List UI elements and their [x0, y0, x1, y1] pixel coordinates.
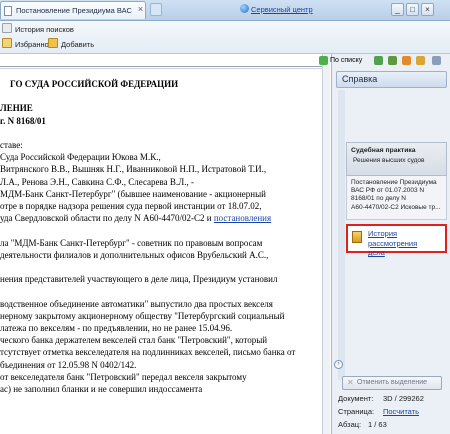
- favorites-button[interactable]: Избранное: [2, 38, 53, 50]
- doc-line: [0, 90, 322, 102]
- window-controls: _ □ ×: [389, 3, 450, 17]
- panel-sidebar: [338, 90, 345, 380]
- doc-line: тсутствует отметка векселедателя на подл…: [0, 347, 296, 358]
- history-icon: [2, 23, 12, 33]
- globe-icon: [240, 4, 249, 13]
- document-counter: Документ: 3D / 299262: [338, 394, 424, 403]
- paragraph-counter: Абзац: 1 / 63: [338, 420, 387, 429]
- tab-title: Постановление Президиума ВАС РФ ...: [16, 6, 132, 15]
- print-icon[interactable]: [402, 56, 411, 65]
- doc-line: Витрянского В.В., Вышняк Н.Г., Иванников…: [0, 164, 267, 175]
- card-type: Судебная практика: [351, 147, 416, 154]
- doc-line: ла "МДМ-Банк Санкт-Петербург" - советник…: [0, 237, 263, 248]
- case-history-link[interactable]: История рассмотрения дела: [346, 224, 447, 257]
- card-description: Постановление Президиума ВАС РФ от 01.07…: [346, 176, 447, 220]
- star-icon: [2, 38, 12, 48]
- info-panel: По списку Справка Судебная практика Реше…: [319, 54, 450, 434]
- bookmark-icon[interactable]: [416, 56, 425, 65]
- doc-line: Суда Российской Федерации Юкова М.К.,: [0, 152, 161, 163]
- doc-line: ас) не заполнил бланки и не совершил инд…: [0, 384, 203, 395]
- doc-line: от векселедателя банк "Петровский" перед…: [0, 371, 247, 382]
- panel-toolbar: По списку: [319, 54, 450, 68]
- header-rule: [0, 66, 322, 67]
- doc-line: ставе:: [0, 140, 23, 151]
- doc-line: латежа по векселям - по предъявлении, но…: [0, 323, 233, 334]
- add-favorite-button[interactable]: Добавить: [48, 38, 94, 50]
- maximize-button[interactable]: □: [406, 3, 419, 16]
- doc-line: отре в порядке надзора решения суда перв…: [0, 201, 262, 212]
- practice-card[interactable]: Судебная практика Решения высших судов: [346, 142, 447, 176]
- arrow-up-icon[interactable]: [374, 56, 383, 65]
- doc-line: г. N 8168/01: [0, 115, 46, 126]
- search-history-button[interactable]: История поисков: [2, 23, 74, 35]
- toolbar: История поисков Избранное Добавить: [0, 21, 450, 54]
- doc-line: нерному закрытому акционерному обществу …: [0, 310, 285, 321]
- document-text: ГО СУДА РОССИЙСКОЙ ФЕДЕРАЦИИ ЛЕНИЕ г. N …: [0, 78, 322, 395]
- doc-line: бъединения от 12.05.98 N 0402/142.: [0, 359, 137, 370]
- close-tab-icon[interactable]: ×: [136, 5, 145, 14]
- new-tab-button[interactable]: [150, 3, 162, 16]
- doc-line: водственное объединение автоматики" выпу…: [0, 298, 273, 309]
- service-center-link[interactable]: Сервисный центр: [251, 5, 313, 14]
- count-pages-link[interactable]: Посчитать: [383, 407, 419, 416]
- doc-line: Л.А., Ренова Э.Н., Савкина С.Ф., Слесаре…: [0, 176, 195, 187]
- postanovleniya-link[interactable]: постановления: [214, 213, 271, 223]
- settings-icon[interactable]: [432, 56, 441, 65]
- doc-line: ческого банка держателем векселей стал б…: [0, 335, 268, 346]
- document-scrollbar[interactable]: [322, 54, 330, 434]
- by-list-label[interactable]: По списку: [330, 57, 362, 64]
- panel-title: Справка: [336, 71, 447, 88]
- minimize-button[interactable]: _: [391, 3, 404, 16]
- doc-line: [0, 127, 322, 139]
- expand-icon[interactable]: ›: [334, 360, 343, 369]
- doc-line: [0, 285, 322, 297]
- doc-line: [0, 261, 322, 273]
- document-icon: [4, 6, 12, 16]
- doc-line: ГО СУДА РОССИЙСКОЙ ФЕДЕРАЦИИ: [10, 79, 179, 89]
- card-subtype: Решения высших судов: [353, 157, 425, 164]
- folder-icon: [352, 231, 362, 243]
- doc-line: [0, 224, 322, 236]
- tab-bar: Постановление Президиума ВАС РФ ... × Се…: [0, 0, 450, 21]
- doc-line-with-link: уда Свердловской области по делу N А60-4…: [0, 213, 272, 224]
- close-window-button[interactable]: ×: [421, 3, 434, 16]
- doc-line: МДМ-Банк Санкт-Петербург" (бывшее наимен…: [0, 188, 266, 199]
- document-tab[interactable]: Постановление Президиума ВАС РФ ... ×: [0, 1, 146, 19]
- document-pane: ГО СУДА РОССИЙСКОЙ ФЕДЕРАЦИИ ЛЕНИЕ г. N …: [0, 54, 330, 434]
- header-rule-secondary: [0, 68, 322, 69]
- add-star-icon: [48, 38, 58, 48]
- cross-icon: ✕: [347, 378, 354, 387]
- doc-line: ЛЕНИЕ: [0, 103, 33, 114]
- page-counter: Страница: Посчитать: [338, 407, 420, 416]
- export-icon[interactable]: [388, 56, 397, 65]
- doc-line: нения представителей участвующего в деле…: [0, 274, 278, 285]
- doc-line: деятельности филиалов и дополнительных о…: [0, 249, 269, 260]
- arrow-down-icon[interactable]: [319, 56, 328, 65]
- unselect-button[interactable]: ✕ Отменить выделение: [342, 376, 442, 390]
